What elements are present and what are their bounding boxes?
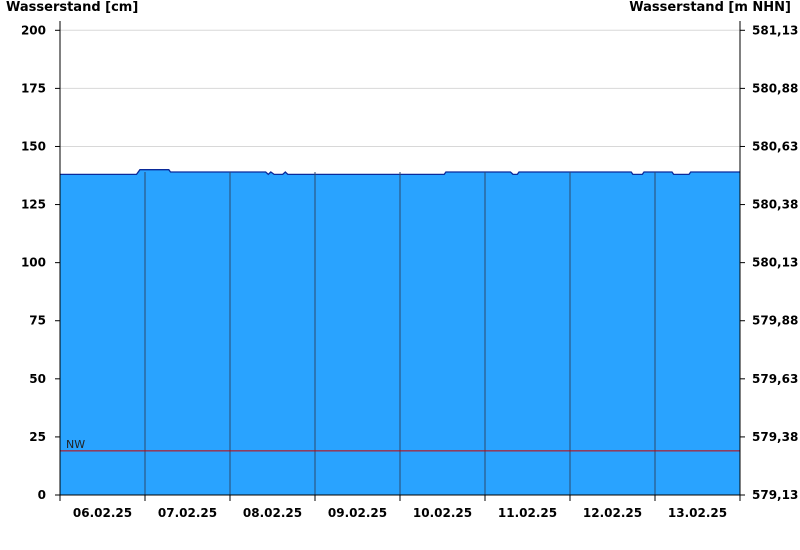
right-y-tick-label: 580,88 [752, 81, 798, 95]
x-tick-label: 09.02.25 [328, 506, 387, 520]
right-y-tick-label: 579,88 [752, 314, 798, 328]
right-y-tick-label: 579,38 [752, 430, 798, 444]
right-y-tick-label: 579,63 [752, 372, 798, 386]
right-y-tick-label: 579,13 [752, 488, 798, 502]
left-y-tick-label: 200 [21, 23, 46, 37]
x-tick-label: 10.02.25 [413, 506, 472, 520]
x-tick-label: 11.02.25 [498, 506, 557, 520]
right-y-tick-label: 581,13 [752, 23, 798, 37]
x-tick-label: 07.02.25 [158, 506, 217, 520]
left-y-tick-label: 100 [21, 256, 46, 270]
x-tick-label: 08.02.25 [243, 506, 302, 520]
right-y-tick-label: 580,38 [752, 198, 798, 212]
left-y-tick-label: 75 [29, 314, 46, 328]
left-y-tick-label: 150 [21, 139, 46, 153]
right-y-tick-label: 580,63 [752, 139, 798, 153]
reference-line-label: NW [66, 438, 85, 451]
x-tick-label: 12.02.25 [583, 506, 642, 520]
left-y-tick-label: 0 [38, 488, 46, 502]
water-level-chart: NW 0 579,13 25 579,38 50 579,63 75 579,88 100 580… [21, 21, 798, 520]
left-y-tick-label: 25 [29, 430, 46, 444]
left-y-tick-label: 175 [21, 81, 46, 95]
left-y-tick-label: 50 [29, 372, 46, 386]
x-tick-label: 13.02.25 [668, 506, 727, 520]
left-y-tick-label: 125 [21, 198, 46, 212]
right-y-tick-label: 580,13 [752, 256, 798, 270]
x-tick-label: 06.02.25 [73, 506, 132, 520]
